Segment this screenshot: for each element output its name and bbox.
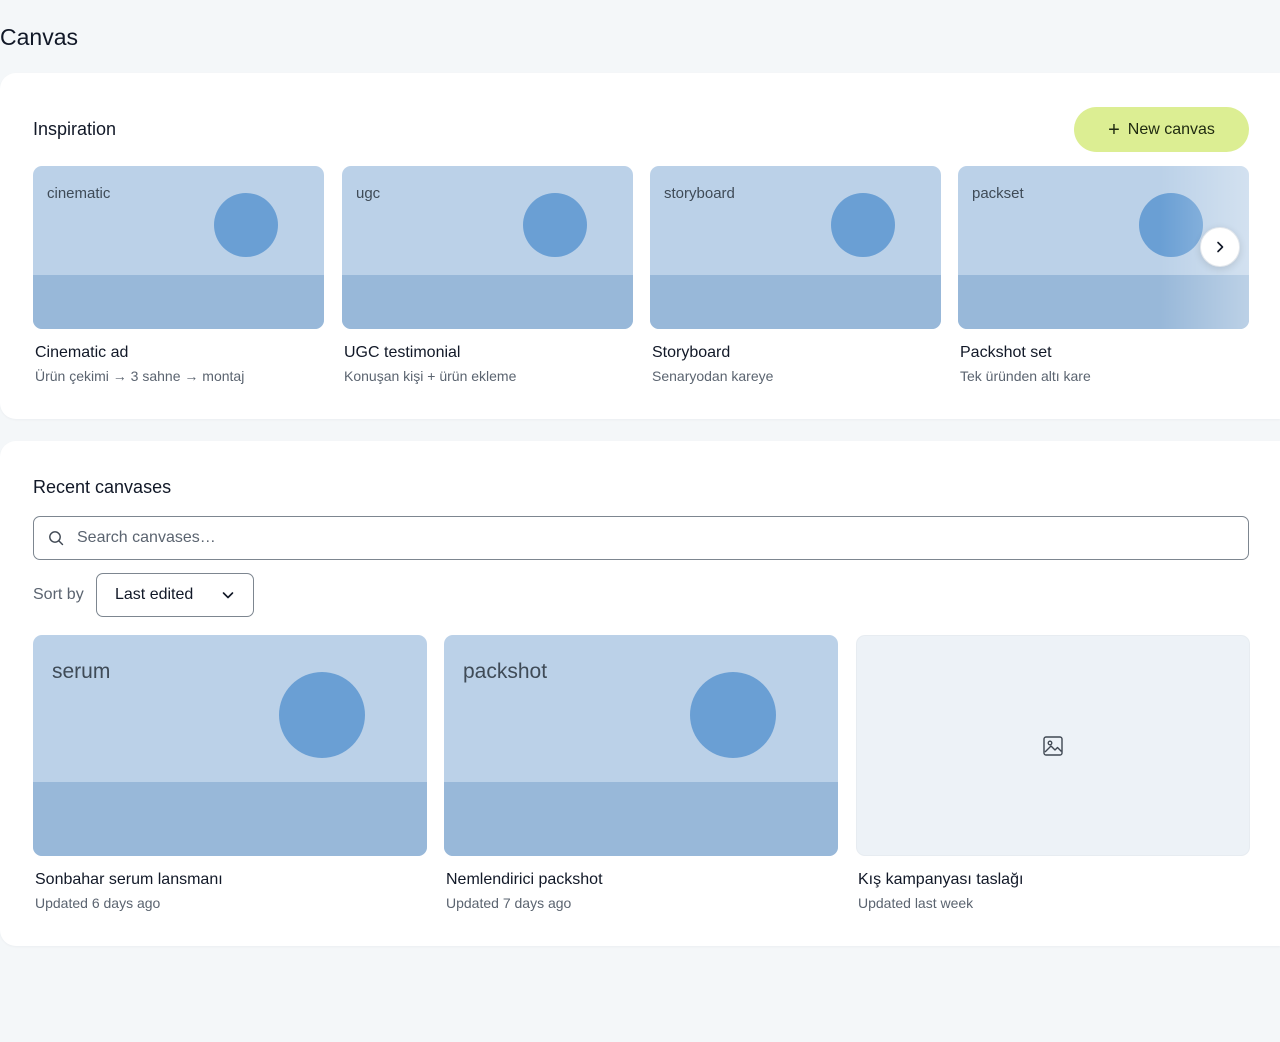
inspiration-card-title: Cinematic ad	[35, 344, 129, 361]
inspiration-thumbnail: cinematic	[33, 166, 324, 329]
recent-card-title: Nemlendirici packshot	[446, 871, 603, 888]
search-box[interactable]	[33, 516, 1249, 560]
empty-thumbnail	[856, 635, 1250, 856]
new-canvas-button[interactable]: + New canvas	[1074, 107, 1249, 152]
thumbnail-tag: packset	[972, 185, 1024, 202]
inspiration-card-subtitle: Senaryodan kareye	[652, 368, 774, 384]
recent-canvases-title: Recent canvases	[33, 477, 172, 497]
recent-card-updated: Updated last week	[858, 895, 974, 911]
recent-canvases-panel: Recent canvases Sort by Last edited seru…	[0, 441, 1280, 946]
inspiration-card-subtitle: Ürün çekimi → 3 sahne → montaj	[35, 368, 245, 384]
recent-card-title: Sonbahar serum lansmanı	[35, 871, 223, 888]
image-icon	[1043, 735, 1063, 756]
inspiration-title: Inspiration	[33, 119, 117, 139]
chevron-down-icon	[222, 592, 234, 599]
carousel-next-button[interactable]	[1200, 227, 1240, 267]
recent-thumbnail: serum	[33, 635, 427, 856]
thumbnail-sun	[1139, 193, 1203, 257]
inspiration-card-subtitle: Konuşan kişi + ürün ekleme	[344, 368, 517, 384]
inspiration-card-packset[interactable]: packset Packshot set Tek üründen altı ka…	[958, 166, 1249, 384]
thumbnail-tag: ugc	[356, 185, 381, 202]
thumbnail-ground	[650, 275, 941, 329]
inspiration-card-title: Storyboard	[652, 344, 731, 361]
thumbnail-ground	[33, 782, 427, 856]
new-canvas-label: New canvas	[1127, 120, 1215, 138]
thumbnail-tag: serum	[52, 660, 111, 683]
inspiration-panel: Inspiration + New canvas cinematic Cinem…	[0, 73, 1280, 419]
thumbnail-ground	[342, 275, 633, 329]
thumbnail-sun	[279, 672, 365, 758]
thumbnail-tag: cinematic	[47, 185, 111, 202]
inspiration-card-subtitle: Tek üründen altı kare	[960, 368, 1091, 384]
inspiration-card-cinematic[interactable]: cinematic Cinematic ad Ürün çekimi → 3 s…	[33, 166, 324, 384]
recent-thumbnail: packshot	[444, 635, 838, 856]
recent-card-title: Kış kampanyası taslağı	[858, 871, 1024, 888]
thumbnail-sun	[690, 672, 776, 758]
thumbnail-tag: packshot	[463, 660, 548, 683]
search-input[interactable]	[77, 518, 1227, 558]
recent-card-serum[interactable]: serum Sonbahar serum lansmanı Updated 6 …	[33, 635, 427, 911]
inspiration-card-title: Packshot set	[960, 344, 1052, 361]
page-title: Canvas	[0, 24, 78, 50]
inspiration-card-storyboard[interactable]: storyboard Storyboard Senaryodan kareye	[650, 166, 941, 384]
inspiration-card-ugc[interactable]: ugc UGC testimonial Konuşan kişi + ürün …	[342, 166, 633, 384]
sort-select[interactable]: Last edited	[96, 573, 254, 617]
chevron-right-icon	[1217, 241, 1224, 253]
thumbnail-ground	[33, 275, 324, 329]
sort-selected-value: Last edited	[115, 586, 194, 603]
thumbnail-tag: storyboard	[664, 185, 735, 202]
thumbnail-sun	[214, 193, 278, 257]
recent-card-kis-kampanyasi[interactable]: Kış kampanyası taslağı Updated last week	[856, 635, 1250, 911]
thumbnail-sun	[523, 193, 587, 257]
plus-icon: +	[1108, 118, 1120, 141]
inspiration-thumbnail: ugc	[342, 166, 633, 329]
thumbnail-ground	[958, 275, 1249, 329]
recent-card-updated: Updated 6 days ago	[35, 895, 161, 911]
recent-card-updated: Updated 7 days ago	[446, 895, 572, 911]
inspiration-card-title: UGC testimonial	[344, 344, 461, 361]
inspiration-thumbnail: storyboard	[650, 166, 941, 329]
recent-card-packshot[interactable]: packshot Nemlendirici packshot Updated 7…	[444, 635, 838, 911]
thumbnail-ground	[444, 782, 838, 856]
search-icon	[49, 531, 64, 546]
sort-label: Sort by	[33, 586, 84, 603]
thumbnail-sun	[831, 193, 895, 257]
